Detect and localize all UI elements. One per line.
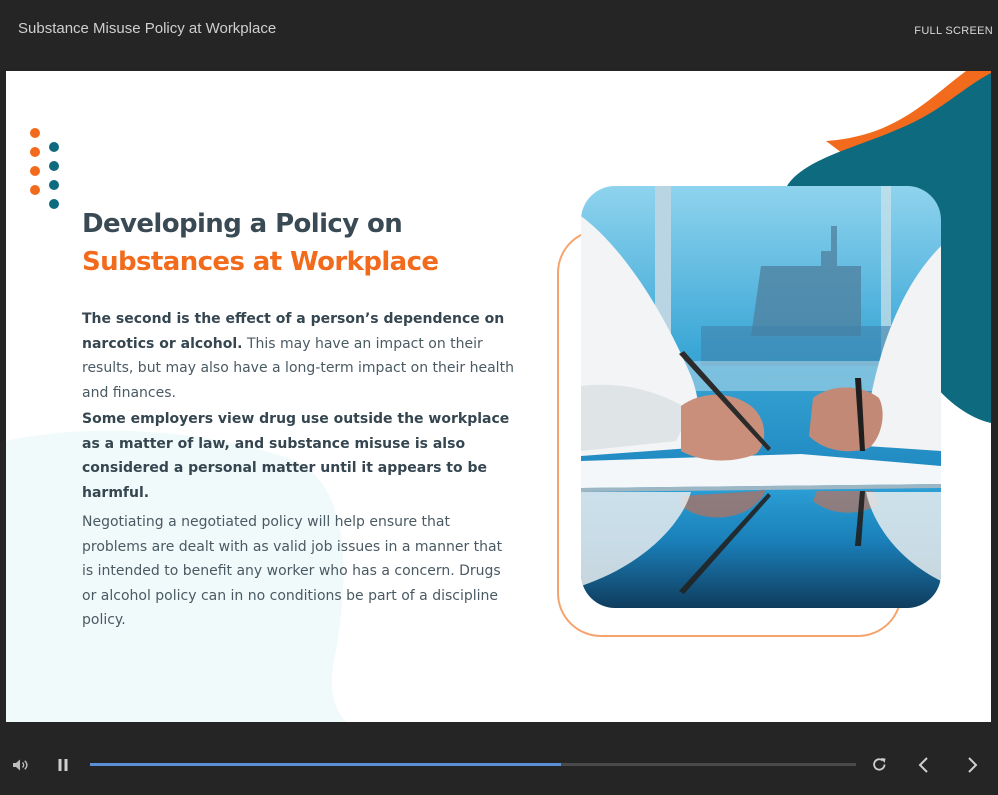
fullscreen-button[interactable]: FULL SCREEN bbox=[914, 25, 993, 37]
paragraph-2: Some employers view drug use outside the… bbox=[82, 407, 514, 505]
volume-icon[interactable] bbox=[12, 757, 30, 776]
pause-icon[interactable] bbox=[57, 757, 69, 776]
paragraph-1: The second is the effect of a person’s d… bbox=[82, 307, 514, 405]
signing-documents-photo bbox=[581, 186, 941, 608]
next-icon[interactable] bbox=[965, 756, 979, 778]
player-top-bar: Substance Misuse Policy at Workplace FUL… bbox=[0, 0, 998, 70]
slide-canvas: Developing a Policy on Substances at Wor… bbox=[6, 71, 991, 722]
heading-line-1: Developing a Policy on bbox=[82, 209, 403, 239]
progress-bar[interactable] bbox=[90, 763, 856, 766]
paragraph-2-bold: Some employers view drug use outside the… bbox=[82, 411, 510, 501]
replay-icon[interactable] bbox=[871, 756, 888, 777]
heading-line-2: Substances at Workplace bbox=[82, 247, 439, 277]
player-controls bbox=[0, 722, 998, 795]
decorative-dots bbox=[30, 128, 70, 218]
course-title: Substance Misuse Policy at Workplace bbox=[18, 20, 277, 37]
paragraph-3: Negotiating a negotiated policy will hel… bbox=[82, 514, 503, 628]
previous-icon[interactable] bbox=[917, 756, 931, 778]
slide-heading: Developing a Policy on Substances at Wor… bbox=[82, 205, 542, 281]
progress-fill bbox=[90, 763, 562, 766]
